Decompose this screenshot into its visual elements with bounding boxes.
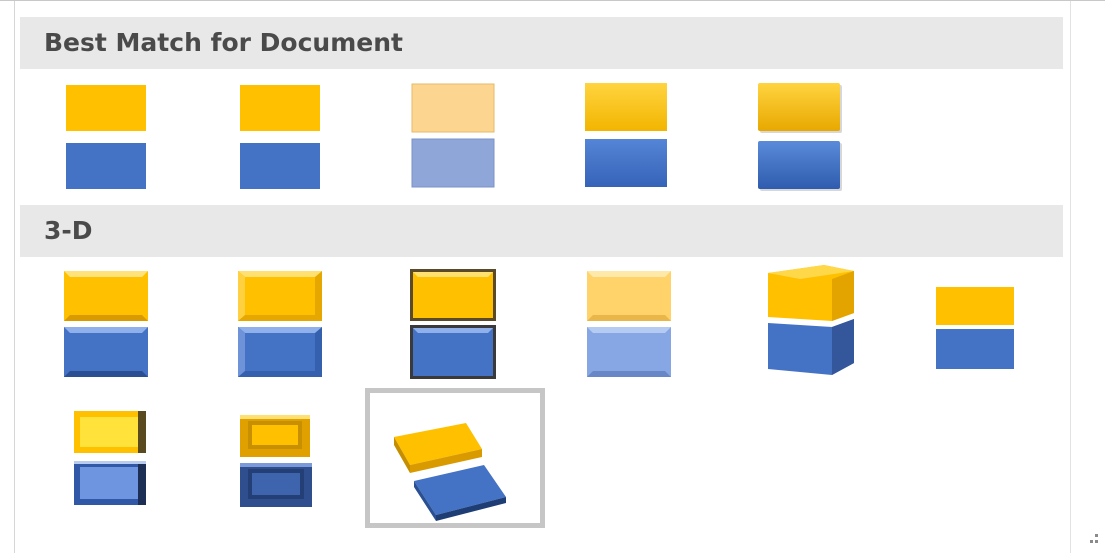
style-swatch-simple-fill[interactable] — [62, 81, 152, 201]
swatch-graphic — [74, 411, 146, 505]
style-swatch-3d-brick[interactable] — [764, 263, 855, 383]
smartart-style-gallery: Best Match for Document 3-D — [0, 0, 1105, 553]
style-swatch-subtle-effect[interactable] — [408, 81, 498, 201]
style-swatch-intense-effect[interactable] — [754, 81, 844, 201]
swatch-graphic — [410, 269, 496, 379]
swatch-graphic — [936, 287, 1014, 369]
swatch-graphic — [394, 423, 506, 521]
swatch-graphic — [587, 271, 671, 377]
section-header-3d: 3-D — [20, 205, 1063, 257]
swatch-graphic — [64, 271, 148, 377]
style-swatch-moderate-effect[interactable] — [581, 81, 671, 201]
style-swatch-3d-inset[interactable] — [234, 267, 324, 387]
style-swatch-3d-powder[interactable] — [583, 267, 673, 387]
swatch-graphic — [240, 415, 312, 507]
style-swatch-3d-polished[interactable] — [60, 267, 150, 387]
style-swatch-3d-sunset[interactable] — [236, 411, 326, 531]
swatch-graphic — [411, 83, 495, 188]
swatch-graphic — [240, 85, 320, 189]
resize-grip[interactable] — [1085, 532, 1099, 546]
gallery-left-border — [0, 1, 15, 553]
style-swatch-3d-bird-eye-scene[interactable] — [365, 388, 545, 528]
swatch-graphic — [66, 85, 146, 189]
style-swatch-3d-flat-scene[interactable] — [932, 283, 1022, 403]
swatch-graphic — [585, 83, 667, 187]
style-swatch-3d-cartoon[interactable] — [406, 267, 496, 387]
swatch-graphic — [767, 265, 855, 375]
swatch-graphic — [238, 271, 322, 377]
gallery-scroll-margin — [1070, 1, 1105, 553]
style-swatch-white-outline[interactable] — [236, 81, 326, 201]
section-header-best-match: Best Match for Document — [20, 17, 1063, 69]
style-swatch-3d-metallic[interactable] — [70, 407, 160, 527]
swatch-graphic — [758, 83, 842, 191]
